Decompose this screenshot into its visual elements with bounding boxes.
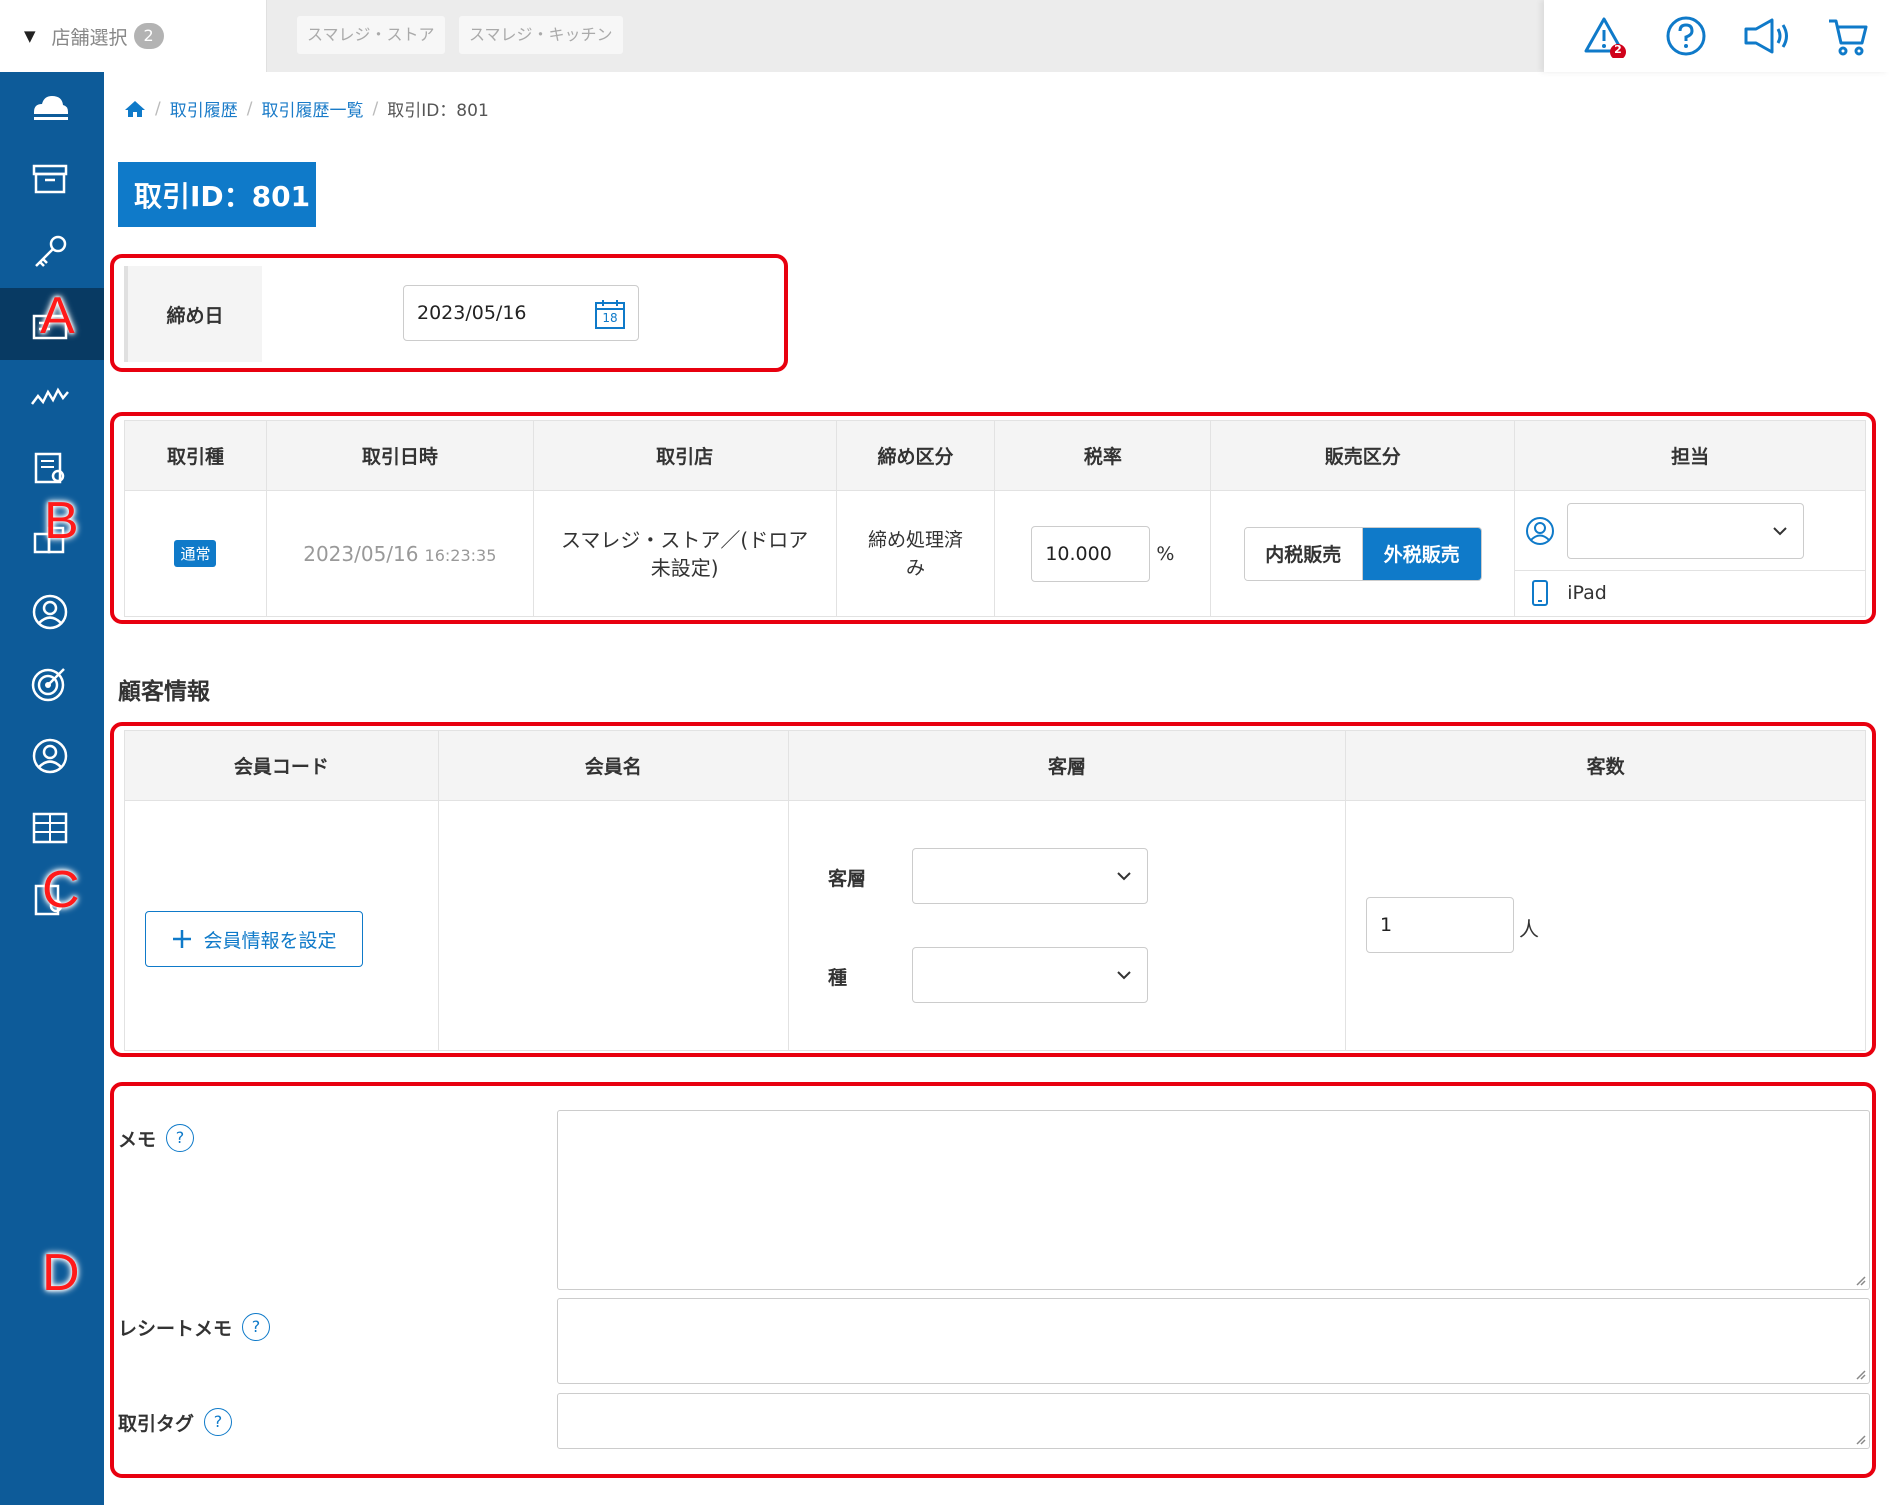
store-count-badge: 2 (133, 23, 164, 49)
store-selector[interactable]: ▼ 店舗選択 2 (0, 0, 267, 72)
sidebar-item-key[interactable] (0, 216, 104, 288)
breadcrumb: / 取引履歴 / 取引履歴一覧 / 取引ID：801 (124, 96, 489, 121)
sidebar-item-archive[interactable] (0, 144, 104, 216)
user-circle-icon (32, 594, 68, 630)
store-chip-2[interactable]: スマレジ・キッチン (459, 16, 623, 54)
sidebar-item-apps[interactable] (0, 792, 104, 864)
archive-icon (32, 164, 68, 194)
annotation-box-d (110, 1082, 1876, 1478)
help-icon[interactable] (1664, 14, 1708, 58)
cloud-icon (34, 96, 68, 120)
sidebar-item-cloud[interactable] (0, 72, 104, 144)
annotation-box-a (110, 254, 788, 372)
key-icon (35, 235, 67, 267)
alert-icon[interactable]: 2 (1584, 14, 1628, 60)
caret-down-icon: ▼ (24, 27, 36, 45)
sidebar-item-analytics[interactable] (0, 360, 104, 432)
target-icon (31, 668, 65, 702)
report-icon (34, 452, 65, 484)
breadcrumb-transaction-history[interactable]: 取引履歴 (170, 96, 238, 121)
annotation-letter-c: C (42, 861, 80, 919)
annotation-letter-b: B (44, 492, 79, 550)
megaphone-icon[interactable] (1742, 14, 1794, 58)
store-selector-label: 店舗選択 (51, 26, 128, 49)
sidebar-item-staff[interactable] (0, 576, 104, 648)
customer-section-title: 顧客情報 (118, 679, 210, 705)
sidebar-item-target[interactable] (0, 648, 104, 720)
breadcrumb-separator: / (246, 98, 253, 119)
breadcrumb-transaction-list[interactable]: 取引履歴一覧 (261, 96, 363, 121)
header-actions: 2 (1544, 0, 1889, 72)
customer-icon (32, 738, 68, 774)
top-bar: ▼ 店舗選択 2 スマレジ・ストア スマレジ・キッチン 2 (0, 0, 1889, 72)
analytics-icon (31, 387, 69, 405)
page-title: 取引ID：801 (118, 162, 316, 227)
alert-count-badge: 2 (1614, 43, 1622, 56)
annotation-box-c (110, 722, 1876, 1057)
cart-icon[interactable] (1826, 14, 1870, 58)
breadcrumb-current: 取引ID：801 (387, 101, 489, 121)
sidebar-item-customers[interactable] (0, 720, 104, 792)
annotation-letter-d: D (42, 1244, 80, 1302)
breadcrumb-separator: / (372, 98, 379, 119)
grid-icon (32, 812, 68, 844)
breadcrumb-separator: / (155, 98, 161, 119)
annotation-box-b (110, 412, 1876, 624)
home-icon[interactable] (124, 99, 146, 119)
store-chip-1[interactable]: スマレジ・ストア (297, 16, 445, 54)
annotation-letter-a: A (40, 287, 75, 345)
